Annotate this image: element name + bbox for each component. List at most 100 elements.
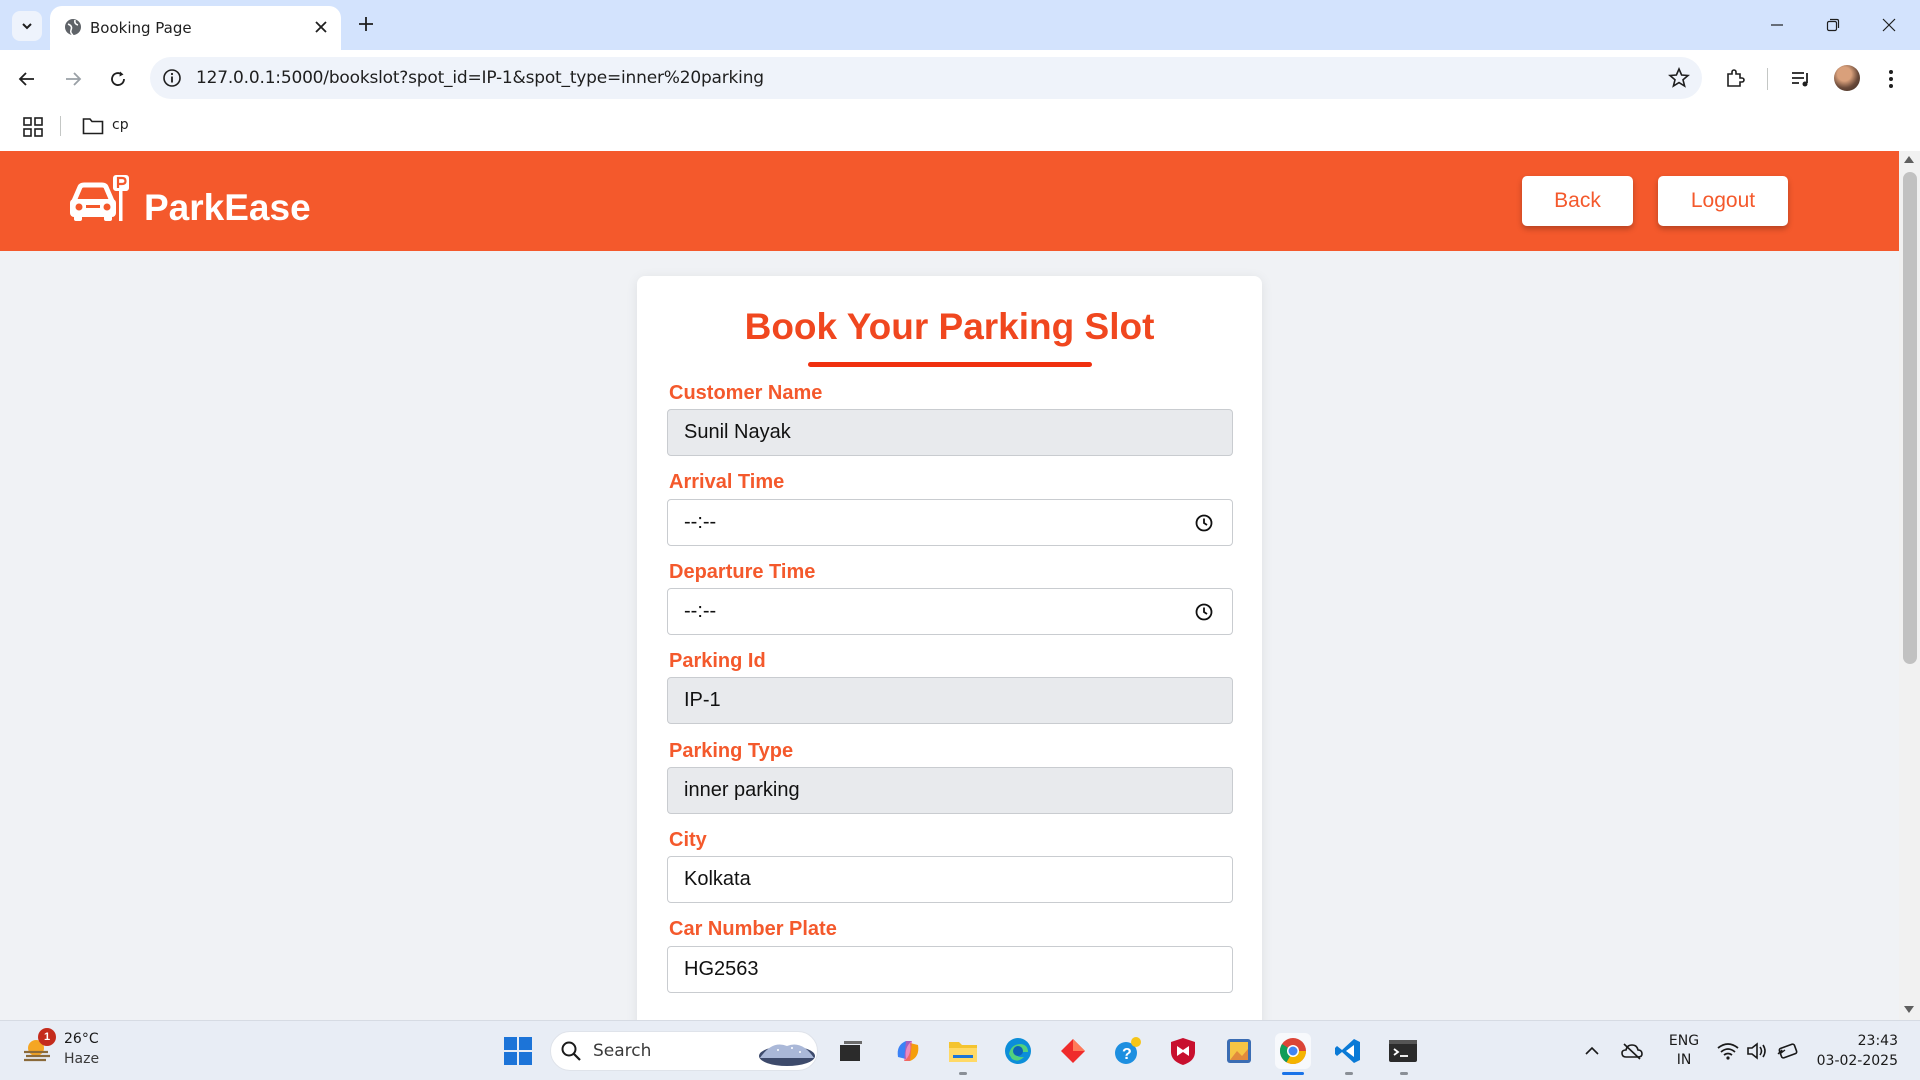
onedrive-tray-button[interactable] [1621, 1040, 1643, 1062]
customer-name-label: Customer Name [669, 382, 823, 404]
close-window-button[interactable] [1874, 10, 1904, 40]
site-info-icon[interactable] [162, 68, 182, 88]
scroll-up-arrow-icon[interactable] [1904, 156, 1914, 163]
url-text[interactable]: 127.0.0.1:5000/bookslot?spot_id=IP-1&spo… [196, 68, 764, 88]
photos-app[interactable] [1221, 1033, 1257, 1069]
parking-type-field[interactable]: inner parking [667, 767, 1233, 814]
system-clock[interactable]: 23:43 03-02-2025 [1808, 1031, 1898, 1071]
browser-menu-button[interactable] [1876, 64, 1906, 94]
back-button[interactable]: Back [1522, 176, 1633, 226]
apps-grid-icon[interactable] [22, 116, 44, 138]
chrome-icon [1279, 1038, 1307, 1065]
arrow-right-icon [66, 72, 82, 86]
title-underline [808, 362, 1092, 367]
departure-time-field[interactable]: --:-- [667, 588, 1233, 635]
reload-icon [111, 71, 125, 86]
chrome-app[interactable] [1275, 1033, 1311, 1069]
tab-close-button[interactable] [311, 17, 331, 37]
copilot-app[interactable] [890, 1033, 926, 1069]
help-app[interactable]: ? [1110, 1033, 1146, 1069]
plus-icon [359, 17, 373, 31]
tab-booking-page[interactable]: Booking Page [50, 6, 341, 50]
restore-button[interactable] [1818, 10, 1848, 40]
globe-icon [65, 19, 81, 36]
city-field[interactable]: Kolkata [667, 856, 1233, 903]
reload-button[interactable] [103, 64, 133, 94]
media-controls-button[interactable] [1786, 64, 1816, 94]
edge-app[interactable] [1000, 1033, 1036, 1069]
git-app[interactable] [1055, 1033, 1091, 1069]
parking-type-value: inner parking [684, 779, 800, 801]
logout-button[interactable]: Logout [1658, 176, 1788, 226]
folder-icon[interactable] [82, 116, 104, 136]
wifi-icon [1717, 1043, 1739, 1060]
scroll-down-arrow-icon[interactable] [1904, 1006, 1914, 1013]
wifi-tray-button[interactable] [1717, 1040, 1739, 1062]
file-explorer-app[interactable] [945, 1033, 981, 1069]
restore-icon [1826, 18, 1840, 32]
taskbar-search-label[interactable]: Search [593, 1041, 651, 1061]
car-number-plate-value: HG2563 [684, 958, 759, 980]
vscode-app[interactable] [1330, 1033, 1366, 1069]
edge-icon [1005, 1038, 1031, 1064]
cloud-off-icon [1621, 1043, 1643, 1060]
show-hidden-icons-button[interactable] [1581, 1040, 1603, 1062]
profile-avatar[interactable] [1834, 65, 1860, 91]
diamond-app-icon [1061, 1039, 1085, 1063]
new-tab-button[interactable] [354, 12, 378, 36]
address-bar[interactable]: 127.0.0.1:5000/bookslot?spot_id=IP-1&spo… [150, 57, 1702, 99]
arrow-left-icon [18, 72, 34, 86]
mcafee-app[interactable] [1165, 1033, 1201, 1069]
arrival-time-value: --:-- [684, 511, 717, 533]
volume-tray-button[interactable] [1746, 1040, 1768, 1062]
customer-name-field[interactable]: Sunil Nayak [667, 409, 1233, 456]
extensions-button[interactable] [1720, 64, 1750, 94]
bookmark-folder-cp[interactable]: cp [112, 117, 129, 133]
clock-icon[interactable] [1194, 513, 1214, 533]
more-vertical-icon [1889, 70, 1893, 88]
car-number-plate-label: Car Number Plate [669, 918, 837, 940]
chevron-up-icon [1585, 1046, 1599, 1055]
back-nav-button[interactable] [12, 64, 42, 94]
language-code: ENG [1668, 1033, 1700, 1049]
weather-temperature[interactable]: 26°C [64, 1031, 99, 1047]
clock-icon[interactable] [1194, 602, 1214, 622]
departure-time-value: --:-- [684, 600, 717, 622]
close-icon [1882, 18, 1896, 32]
battery-tray-button[interactable] [1776, 1040, 1798, 1062]
task-view-app[interactable] [833, 1033, 869, 1069]
minimize-button[interactable] [1762, 10, 1792, 40]
forward-nav-button[interactable] [58, 64, 88, 94]
arrival-time-label: Arrival Time [669, 471, 785, 493]
file-explorer-running-indicator [959, 1072, 967, 1075]
arrival-time-field[interactable]: --:-- [667, 499, 1233, 546]
search-highlight-art-icon [759, 1044, 815, 1066]
task-view-icon [840, 1041, 862, 1061]
parking-id-field[interactable]: IP-1 [667, 677, 1233, 724]
city-value: Kolkata [684, 868, 751, 890]
clock-date: 03-02-2025 [1816, 1053, 1898, 1069]
close-icon [315, 21, 327, 33]
windows-start-icon[interactable] [503, 1036, 533, 1066]
bookmark-star-icon[interactable] [1668, 67, 1690, 89]
svg-text:?: ? [1122, 1046, 1132, 1063]
clock-time: 23:43 [1857, 1033, 1898, 1049]
scrollbar-thumb[interactable] [1903, 172, 1917, 664]
toolbar-divider [1767, 68, 1768, 90]
region-code: IN [1676, 1052, 1692, 1068]
weather-notification-badge: 1 [38, 1028, 56, 1046]
tab-search-button[interactable] [12, 11, 42, 41]
terminal-app[interactable] [1385, 1033, 1421, 1069]
tab-title: Booking Page [90, 19, 192, 37]
brand-name: ParkEase [144, 187, 311, 228]
browser-toolbar: 127.0.0.1:5000/bookslot?spot_id=IP-1&spo… [0, 50, 1920, 108]
booking-form-card: Book Your Parking Slot Customer Name Sun… [637, 276, 1262, 1020]
city-label: City [669, 829, 707, 851]
weather-condition[interactable]: Haze [64, 1051, 99, 1067]
copilot-icon [897, 1041, 919, 1061]
input-language-indicator[interactable]: ENG IN [1667, 1032, 1701, 1070]
car-number-plate-field[interactable]: HG2563 [667, 946, 1233, 993]
web-page: ParkEase Back Logout Book Your Parking S… [0, 151, 1899, 1020]
search-icon [561, 1041, 581, 1061]
folder-icon [949, 1042, 977, 1062]
